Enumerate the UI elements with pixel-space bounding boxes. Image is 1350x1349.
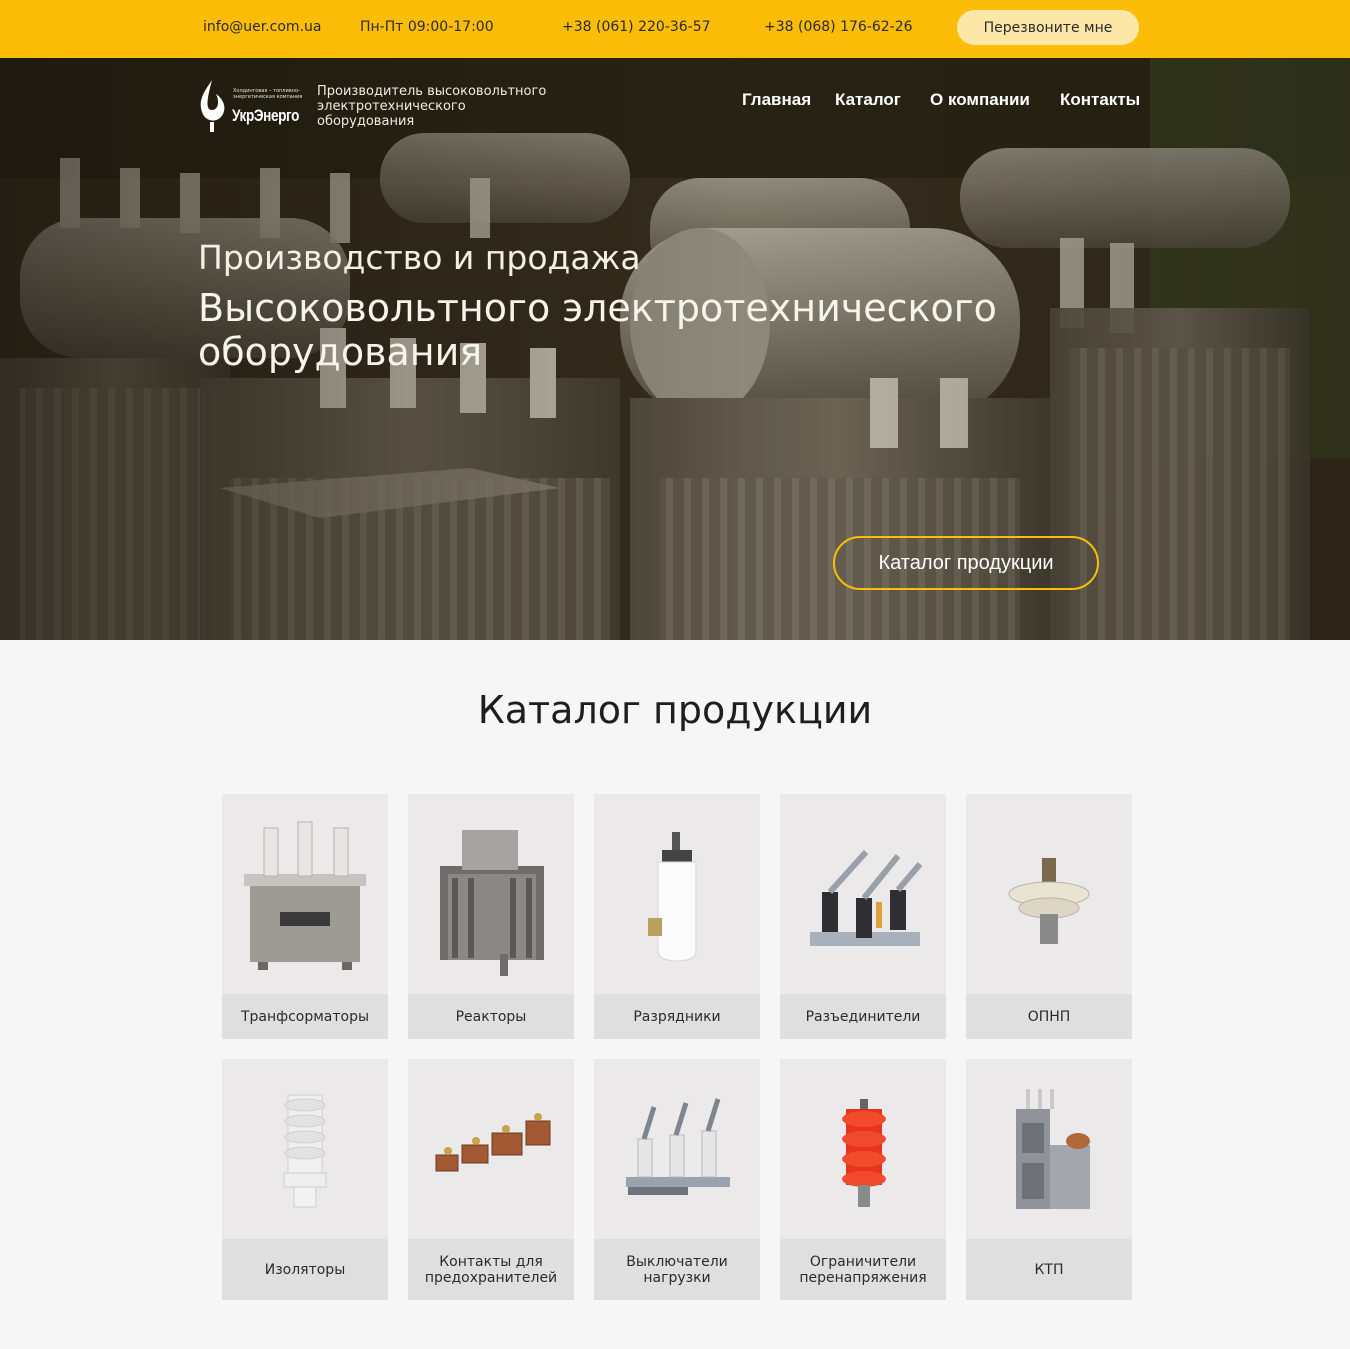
nav-home[interactable]: Главная: [742, 90, 811, 110]
catalog-card-load-switches[interactable]: Выключатели нагрузки: [594, 1059, 760, 1300]
catalog-card-disconnectors[interactable]: Разъединители: [780, 794, 946, 1039]
catalog-card-label: Транфсорматоры: [222, 994, 388, 1039]
catalog-card-insulators[interactable]: Изоляторы: [222, 1059, 388, 1300]
fuse-contacts-icon: [435, 1113, 551, 1172]
phone-2-link[interactable]: +38 (068) 176-62-26: [764, 19, 913, 35]
catalog-card-label: Реакторы: [408, 994, 574, 1039]
header-tagline: Производитель высоковольтного электротех…: [317, 84, 547, 129]
catalog-card-label: ОПНП: [966, 994, 1132, 1039]
phone-1-link[interactable]: +38 (061) 220-36-57: [562, 19, 711, 35]
catalog-card-label: Контакты для предохранителей: [408, 1239, 574, 1300]
surge-limiter-icon: [1008, 858, 1090, 944]
catalog-card-label: Выключатели нагрузки: [594, 1239, 760, 1300]
top-bar: info@uer.com.ua Пн-Пт 09:00-17:00 +38 (0…: [0, 0, 1350, 58]
nav-about[interactable]: О компании: [930, 90, 1030, 110]
catalog-card-ktp[interactable]: КТП: [966, 1059, 1132, 1300]
reactor-icon: [440, 830, 544, 976]
catalog-card-label: Разъединители: [780, 994, 946, 1039]
nav-catalog[interactable]: Каталог: [835, 90, 901, 110]
email-link[interactable]: info@uer.com.ua: [203, 19, 321, 35]
load-switch-icon: [626, 1098, 730, 1195]
overvoltage-limiter-icon: [842, 1099, 886, 1207]
insulator-icon: [283, 1094, 327, 1208]
working-hours: Пн-Пт 09:00-17:00: [360, 19, 494, 35]
logo-caption: Холдинговая – топливно-энергетическая ко…: [233, 88, 303, 100]
catalog-card-label: Разрядники: [594, 994, 760, 1039]
catalog-button[interactable]: Каталог продукции: [833, 536, 1099, 590]
catalog-card-label: Изоляторы: [222, 1239, 388, 1300]
catalog-card-arresters[interactable]: Разрядники: [594, 794, 760, 1039]
transformer-icon: [244, 821, 366, 970]
catalog-card-label: Ограничители перенапряжения: [780, 1239, 946, 1300]
catalog-card-fuse-contacts[interactable]: Контакты для предохранителей: [408, 1059, 574, 1300]
logo-name[interactable]: УкрЭнерго: [232, 106, 299, 126]
arrester-icon: [648, 832, 697, 962]
catalog-card-opnp[interactable]: ОПНП: [966, 794, 1132, 1039]
hero-subtitle: Производство и продажа: [198, 238, 641, 277]
substation-icon: [1016, 1089, 1090, 1209]
hero-title: Высоковольтного электротехнического обор…: [198, 286, 997, 374]
catalog-card-overvoltage-limiters[interactable]: Ограничители перенапряжения: [780, 1059, 946, 1300]
callback-button[interactable]: Перезвоните мне: [957, 10, 1139, 45]
catalog-card-transformers[interactable]: Транфсорматоры: [222, 794, 388, 1039]
nav-contacts[interactable]: Контакты: [1060, 90, 1140, 110]
catalog-card-reactors[interactable]: Реакторы: [408, 794, 574, 1039]
disconnector-icon: [810, 849, 923, 946]
catalog-card-label: КТП: [966, 1239, 1132, 1300]
catalog-section-title: Каталог продукции: [477, 688, 873, 732]
